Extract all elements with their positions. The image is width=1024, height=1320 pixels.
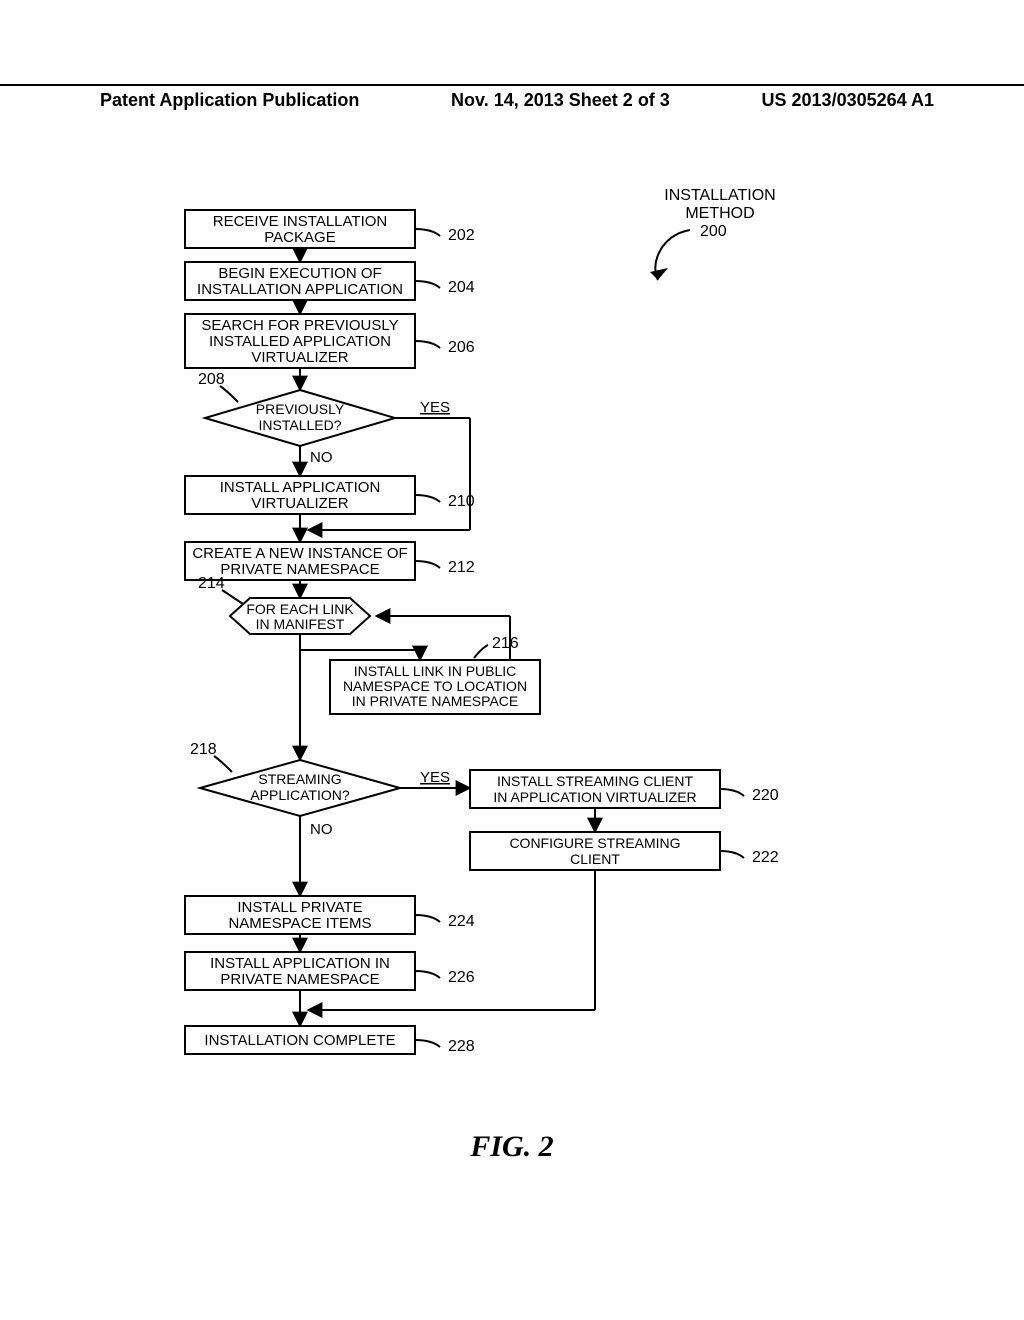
svg-text:NAMESPACE TO LOCATION: NAMESPACE TO LOCATION xyxy=(343,678,527,694)
svg-text:214: 214 xyxy=(198,575,225,592)
svg-text:PREVIOUSLY: PREVIOUSLY xyxy=(256,401,345,417)
no-label-218: NO xyxy=(310,821,333,838)
svg-text:PRIVATE NAMESPACE: PRIVATE NAMESPACE xyxy=(220,971,379,988)
svg-text:INSTALL STREAMING CLIENT: INSTALL STREAMING CLIENT xyxy=(497,773,693,789)
step-222: CONFIGURE STREAMING CLIENT 222 xyxy=(470,832,779,870)
figure-caption: FIG. 2 xyxy=(0,1130,1024,1164)
svg-text:INSTALLED APPLICATION: INSTALLED APPLICATION xyxy=(209,333,391,350)
flowchart: INSTALLATION METHOD 200 RECEIVE INSTALLA… xyxy=(0,180,1024,1120)
svg-text:INSTALLATION APPLICATION: INSTALLATION APPLICATION xyxy=(197,281,403,298)
svg-text:INSTALL APPLICATION: INSTALL APPLICATION xyxy=(220,479,381,496)
svg-text:BEGIN EXECUTION OF: BEGIN EXECUTION OF xyxy=(218,265,381,282)
step-202: RECEIVE INSTALLATION PACKAGE 202 xyxy=(185,210,475,248)
svg-text:VIRTUALIZER: VIRTUALIZER xyxy=(251,349,348,366)
step-204: BEGIN EXECUTION OF INSTALLATION APPLICAT… xyxy=(185,262,475,300)
svg-text:212: 212 xyxy=(448,559,475,576)
svg-text:INSTALLATION COMPLETE: INSTALLATION COMPLETE xyxy=(204,1032,395,1049)
svg-text:SEARCH FOR PREVIOUSLY: SEARCH FOR PREVIOUSLY xyxy=(201,317,398,334)
page-header: Patent Application Publication Nov. 14, … xyxy=(0,84,1024,111)
svg-text:IN PRIVATE NAMESPACE: IN PRIVATE NAMESPACE xyxy=(352,693,518,709)
title-line1: INSTALLATION xyxy=(664,187,775,204)
step-210: INSTALL APPLICATION VIRTUALIZER 210 xyxy=(185,476,475,514)
svg-text:206: 206 xyxy=(448,339,475,356)
svg-text:228: 228 xyxy=(448,1038,475,1055)
svg-text:224: 224 xyxy=(448,913,475,930)
svg-text:PACKAGE: PACKAGE xyxy=(264,229,335,246)
header-left: Patent Application Publication xyxy=(100,90,359,111)
svg-text:PRIVATE NAMESPACE: PRIVATE NAMESPACE xyxy=(220,561,379,578)
svg-text:226: 226 xyxy=(448,969,475,986)
yes-label-218: YES xyxy=(420,769,450,786)
step-228: INSTALLATION COMPLETE 228 xyxy=(185,1026,475,1055)
ref-200: 200 xyxy=(700,223,727,240)
svg-text:FOR EACH LINK: FOR EACH LINK xyxy=(246,601,354,617)
svg-text:INSTALLED?: INSTALLED? xyxy=(259,417,342,433)
svg-text:NAMESPACE ITEMS: NAMESPACE ITEMS xyxy=(228,915,371,932)
svg-text:216: 216 xyxy=(492,635,519,652)
header-center: Nov. 14, 2013 Sheet 2 of 3 xyxy=(451,90,670,111)
svg-text:CREATE A NEW INSTANCE OF: CREATE A NEW INSTANCE OF xyxy=(192,545,407,562)
step-224: INSTALL PRIVATE NAMESPACE ITEMS 224 xyxy=(185,896,475,934)
svg-text:222: 222 xyxy=(752,849,779,866)
title-block: INSTALLATION METHOD 200 xyxy=(640,187,776,280)
svg-text:APPLICATION?: APPLICATION? xyxy=(250,787,350,803)
step-206: SEARCH FOR PREVIOUSLY INSTALLED APPLICAT… xyxy=(185,314,475,368)
loop-214: FOR EACH LINK IN MANIFEST 214 xyxy=(198,575,510,660)
svg-text:INSTALL PRIVATE: INSTALL PRIVATE xyxy=(237,899,362,916)
step-216: INSTALL LINK IN PUBLIC NAMESPACE TO LOCA… xyxy=(330,635,540,714)
svg-text:204: 204 xyxy=(448,279,475,296)
svg-text:208: 208 xyxy=(198,371,225,388)
svg-text:220: 220 xyxy=(752,787,779,804)
svg-text:VIRTUALIZER: VIRTUALIZER xyxy=(251,495,348,512)
svg-text:STREAMING: STREAMING xyxy=(258,771,341,787)
svg-text:IN APPLICATION VIRTUALIZER: IN APPLICATION VIRTUALIZER xyxy=(493,789,696,805)
header-right: US 2013/0305264 A1 xyxy=(762,90,934,111)
svg-text:RECEIVE INSTALLATION: RECEIVE INSTALLATION xyxy=(213,213,388,230)
no-label-208: NO xyxy=(310,449,333,466)
svg-text:INSTALL APPLICATION IN: INSTALL APPLICATION IN xyxy=(210,955,390,972)
step-212: CREATE A NEW INSTANCE OF PRIVATE NAMESPA… xyxy=(185,542,475,580)
decision-218: STREAMING APPLICATION? 218 YES NO xyxy=(190,741,470,896)
step-226: INSTALL APPLICATION IN PRIVATE NAMESPACE… xyxy=(185,952,475,990)
svg-text:INSTALL LINK IN PUBLIC: INSTALL LINK IN PUBLIC xyxy=(354,663,517,679)
svg-text:CLIENT: CLIENT xyxy=(570,851,620,867)
svg-text:IN MANIFEST: IN MANIFEST xyxy=(256,616,345,632)
step-220: INSTALL STREAMING CLIENT IN APPLICATION … xyxy=(470,770,779,808)
yes-label-208: YES xyxy=(420,399,450,416)
svg-text:202: 202 xyxy=(448,227,475,244)
svg-text:218: 218 xyxy=(190,741,217,758)
svg-text:210: 210 xyxy=(448,493,475,510)
svg-text:CONFIGURE STREAMING: CONFIGURE STREAMING xyxy=(509,835,680,851)
title-line2: METHOD xyxy=(685,205,754,222)
